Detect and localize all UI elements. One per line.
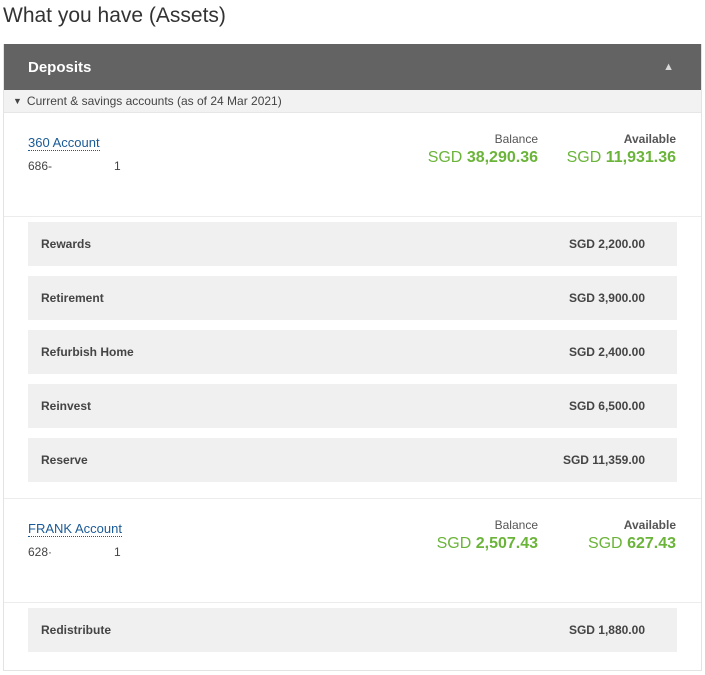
goal-label: Refurbish Home — [41, 345, 134, 359]
account-number-suffix: 1 — [114, 545, 121, 559]
available-amount: 627.43 — [627, 535, 676, 552]
goal-row[interactable]: Reinvest SGD 6,500.00 — [28, 384, 677, 428]
goal-amount: SGD 6,500.00 — [568, 399, 645, 413]
available-label: Available — [623, 518, 676, 532]
account-number-suffix: 1 — [114, 159, 121, 173]
account-number-prefix: 686- — [28, 159, 53, 173]
page-title: What you have (Assets) — [3, 4, 226, 27]
goal-row[interactable]: Retirement SGD 3,900.00 — [28, 276, 677, 320]
section-label: Current & savings accounts (as of 24 Mar… — [26, 94, 282, 108]
goal-row[interactable]: Refurbish Home SGD 2,400.00 — [28, 330, 677, 374]
available-value: SGD 627.43 — [588, 535, 676, 553]
account-goals-list: Redistribute SGD 1,880.00 — [4, 603, 701, 668]
available-value: SGD 11,931.36 — [567, 149, 676, 167]
goal-amount: SGD 2,400.00 — [568, 345, 645, 359]
goal-amount: SGD 1,880.00 — [568, 623, 645, 637]
account-goals-list: Rewards SGD 2,200.00 Retirement SGD 3,90… — [4, 217, 701, 499]
account-card: FRANK Account 628· 1 Balance Available SG… — [4, 499, 701, 603]
triangle-down-icon: ▼ — [13, 96, 22, 106]
balance-value: SGD 38,290.36 — [428, 149, 538, 167]
balance-amount: 2,507.43 — [475, 535, 538, 552]
available-amount: 11,931.36 — [605, 149, 676, 166]
goal-amount: SGD 11,359.00 — [562, 453, 645, 467]
deposits-panel-header[interactable]: Deposits ▲ — [4, 44, 701, 90]
available-currency: SGD — [587, 535, 623, 552]
account-name-link[interactable]: FRANK Account — [28, 521, 122, 537]
panel-title: Deposits — [28, 58, 92, 76]
goal-row[interactable]: Rewards SGD 2,200.00 — [28, 222, 677, 266]
goal-label: Retirement — [41, 291, 104, 305]
deposits-panel: Deposits ▲ ▼ Current & savings accounts … — [3, 44, 702, 671]
section-toggle[interactable]: ▼ Current & savings accounts (as of 24 M… — [4, 90, 701, 113]
goal-label: Redistribute — [41, 623, 112, 637]
account-number: 628· 1 — [28, 545, 121, 559]
balance-value: SGD 2,507.43 — [437, 535, 538, 553]
goal-amount: SGD 3,900.00 — [568, 291, 645, 305]
goal-label: Reinvest — [41, 399, 92, 413]
account-name-link[interactable]: 360 Account — [28, 135, 100, 151]
available-label: Available — [623, 132, 676, 146]
balance-label: Balance — [494, 518, 538, 532]
goal-label: Rewards — [41, 237, 92, 251]
goal-row[interactable]: Reserve SGD 11,359.00 — [28, 438, 677, 482]
available-currency: SGD — [566, 149, 602, 166]
balance-amount: 38,290.36 — [466, 149, 538, 166]
balance-currency: SGD — [427, 149, 463, 166]
account-card: 360 Account 686- 1 Balance Available SGD … — [4, 113, 701, 217]
balance-label: Balance — [494, 132, 538, 146]
goal-amount: SGD 2,200.00 — [568, 237, 645, 251]
triangle-up-icon[interactable]: ▲ — [663, 61, 674, 73]
balance-currency: SGD — [436, 535, 472, 552]
account-number: 686- 1 — [28, 159, 121, 173]
goal-row[interactable]: Redistribute SGD 1,880.00 — [28, 608, 677, 652]
goal-label: Reserve — [41, 453, 88, 467]
account-number-prefix: 628· — [28, 545, 53, 559]
